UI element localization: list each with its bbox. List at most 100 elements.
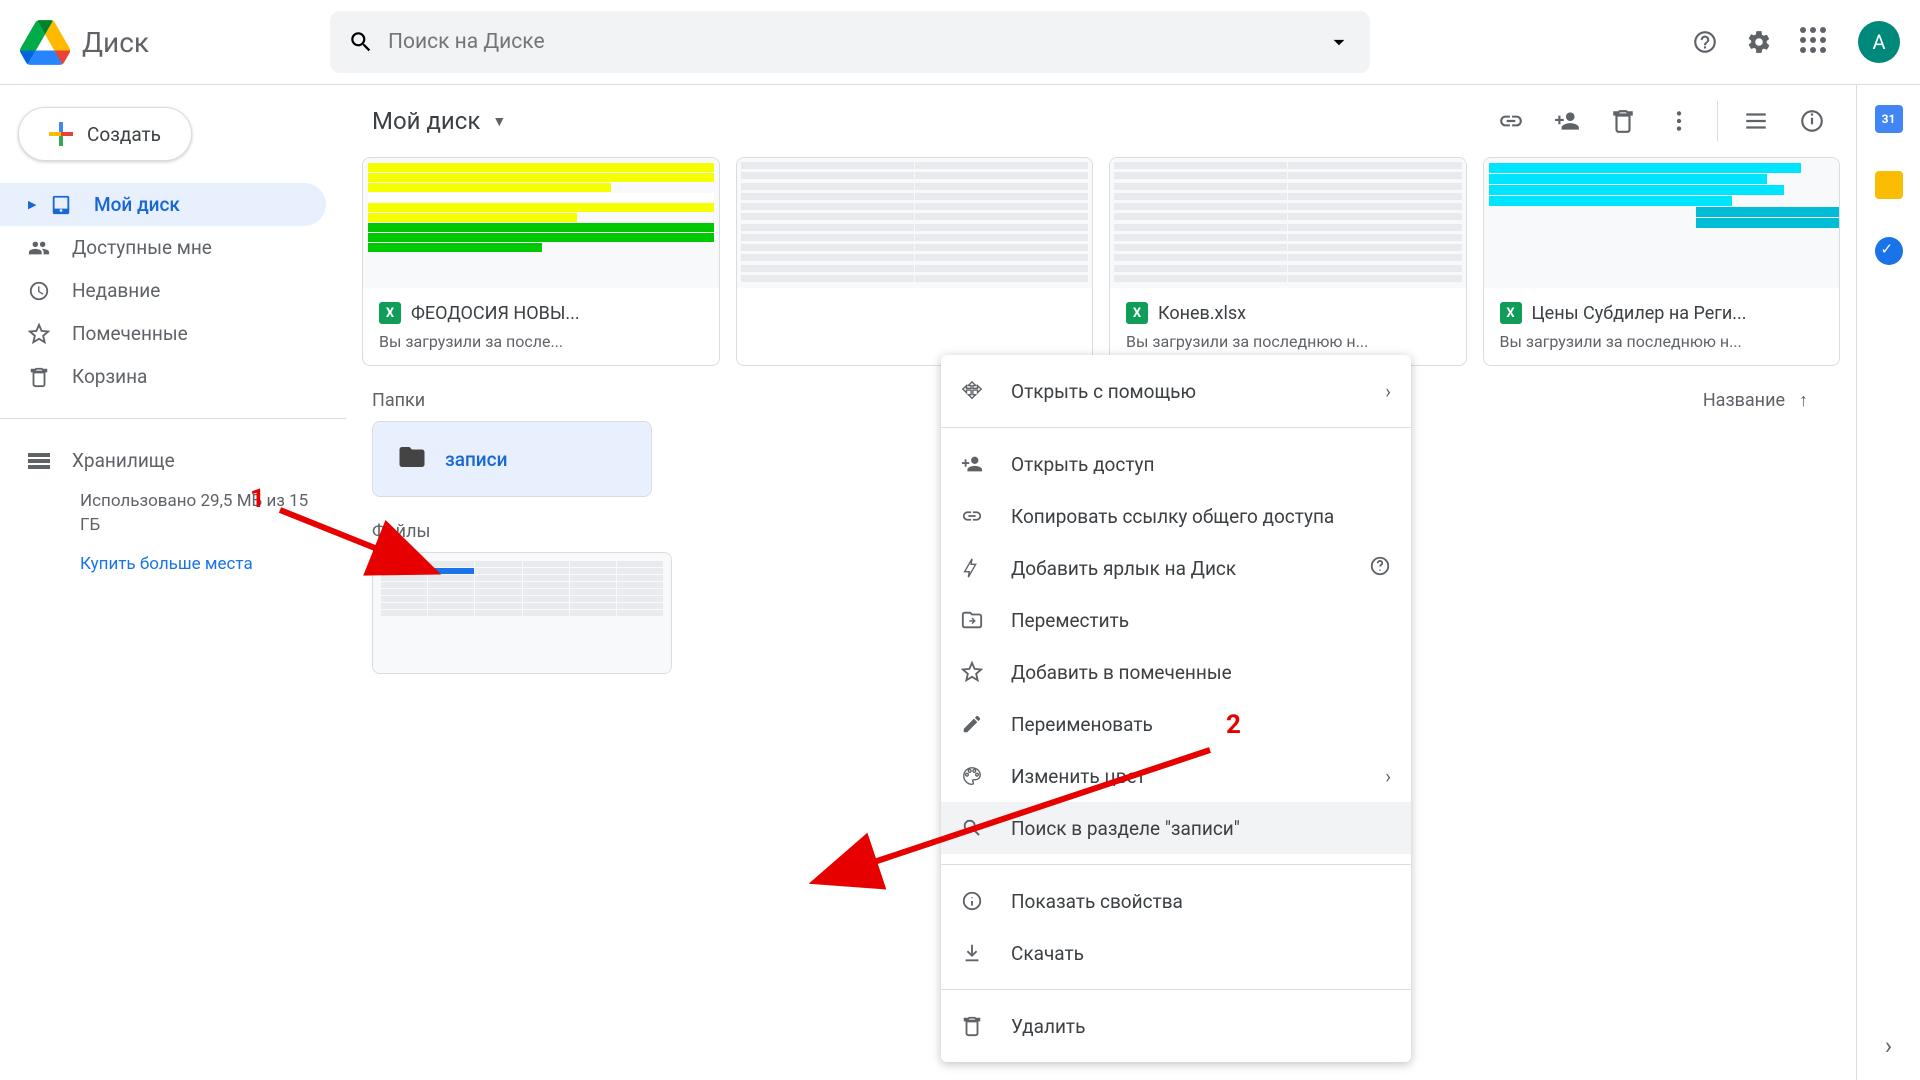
folder-move-icon (961, 609, 997, 631)
menu-label: Переименовать (1011, 713, 1391, 736)
file-sub: Вы загрузили за после... (363, 332, 719, 365)
menu-star[interactable]: Добавить в помеченные (941, 646, 1411, 698)
info-icon (1799, 108, 1825, 134)
trash-icon (28, 366, 50, 388)
person-add-icon (1554, 108, 1580, 134)
list-view-button[interactable] (1728, 93, 1784, 149)
menu-label: Копировать ссылку общего доступа (1011, 505, 1391, 528)
quick-access-card[interactable]: XФЕОДОСИЯ НОВЫ... Вы загрузили за после.… (362, 157, 720, 366)
settings-icon[interactable] (1746, 29, 1772, 55)
menu-label: Скачать (1011, 942, 1391, 965)
xlsx-icon: X (1126, 302, 1148, 324)
hide-side-panel-button[interactable]: › (1885, 1032, 1892, 1060)
storage-usage-text: Использовано 29,5 МБ из 15 ГБ (0, 482, 346, 546)
share-button[interactable] (1539, 93, 1595, 149)
quick-access-card[interactable]: XКонев.xlsx Вы загрузили за последнюю н.… (1109, 157, 1467, 366)
menu-download[interactable]: Скачать (941, 927, 1411, 979)
quick-access-card[interactable] (736, 157, 1094, 366)
file-preview (737, 158, 1093, 288)
chevron-down-icon: ▼ (492, 113, 506, 130)
sidebar-item-label: Корзина (72, 365, 147, 388)
link-icon (1498, 108, 1524, 134)
plus-icon (49, 122, 73, 146)
search-icon (961, 817, 997, 839)
edit-icon (961, 713, 997, 735)
info-icon (961, 890, 997, 912)
sidebar-item-mydrive[interactable]: ▶ Мой диск (0, 183, 326, 226)
sidebar-item-starred[interactable]: Помеченные (0, 312, 326, 355)
trash-icon (961, 1015, 997, 1037)
file-preview (1110, 158, 1466, 288)
section-title: Файлы (372, 521, 430, 542)
recent-icon (28, 280, 50, 302)
logo-area[interactable]: Диск (20, 20, 330, 65)
search-input[interactable] (388, 30, 1326, 54)
header-actions: А (1692, 21, 1900, 63)
menu-add-shortcut[interactable]: Добавить ярлык на Диск (941, 542, 1411, 594)
chevron-right-icon: › (1385, 765, 1391, 788)
menu-label: Изменить цвет (1011, 765, 1385, 788)
menu-rename[interactable]: Переименовать (941, 698, 1411, 750)
menu-label: Добавить ярлык на Диск (1011, 557, 1369, 580)
calendar-addon-icon[interactable]: 31 (1875, 105, 1903, 133)
download-icon (961, 942, 997, 964)
sidebar: Создать ▶ Мой диск Доступные мне Недавни… (0, 85, 346, 1080)
file-name: ФЕОДОСИЯ НОВЫ... (411, 303, 580, 324)
app-name: Диск (82, 26, 149, 59)
user-avatar[interactable]: А (1858, 21, 1900, 63)
tasks-addon-icon[interactable] (1875, 237, 1903, 265)
menu-label: Удалить (1011, 1015, 1391, 1038)
menu-change-color[interactable]: Изменить цвет › (941, 750, 1411, 802)
star-icon (961, 661, 997, 683)
link-icon (961, 505, 997, 527)
menu-move[interactable]: Переместить (941, 594, 1411, 646)
menu-label: Добавить в помеченные (1011, 661, 1391, 684)
sidebar-item-label: Мой диск (94, 193, 180, 216)
storage-icon (28, 453, 50, 469)
sidebar-item-trash[interactable]: Корзина (0, 355, 326, 398)
section-title: Папки (372, 390, 425, 411)
keep-addon-icon[interactable] (1875, 171, 1903, 199)
sidebar-item-label: Помеченные (72, 322, 188, 345)
quick-access-card[interactable]: XЦены Субдилер на Реги... Вы загрузили з… (1483, 157, 1841, 366)
xlsx-icon: X (1500, 302, 1522, 324)
folder-name: записи (445, 448, 507, 471)
get-link-button[interactable] (1483, 93, 1539, 149)
file-preview (373, 553, 671, 673)
details-button[interactable] (1784, 93, 1840, 149)
file-name: Конев.xlsx (1158, 303, 1246, 324)
folder-icon (397, 442, 427, 476)
folder-card[interactable]: записи (372, 421, 652, 497)
menu-open-with[interactable]: Открыть с помощью › (941, 365, 1411, 417)
main-content: Мой диск ▼ (346, 85, 1856, 1080)
sidebar-item-label: Доступные мне (72, 236, 212, 259)
menu-label: Поиск в разделе "записи" (1011, 817, 1391, 840)
search-dropdown-icon[interactable] (1326, 29, 1352, 55)
sidebar-item-shared[interactable]: Доступные мне (0, 226, 326, 269)
buy-storage-link[interactable]: Купить больше места (0, 546, 346, 582)
file-name: Цены Субдилер на Реги... (1532, 303, 1747, 324)
drive-logo-icon (20, 20, 70, 65)
help-icon (1369, 555, 1391, 582)
menu-get-link[interactable]: Копировать ссылку общего доступа (941, 490, 1411, 542)
more-button[interactable] (1651, 93, 1707, 149)
file-card[interactable] (372, 552, 672, 674)
delete-button[interactable] (1595, 93, 1651, 149)
menu-search-in[interactable]: Поиск в разделе "записи" (941, 802, 1411, 854)
sidebar-item-storage[interactable]: Хранилище (0, 439, 346, 482)
help-icon[interactable] (1692, 29, 1718, 55)
menu-share[interactable]: Открыть доступ (941, 438, 1411, 490)
create-label: Создать (87, 123, 161, 146)
search-icon (348, 29, 374, 55)
breadcrumb-label: Мой диск (372, 107, 480, 135)
apps-icon[interactable] (1800, 27, 1830, 57)
menu-label: Открыть с помощью (1011, 380, 1385, 403)
create-button[interactable]: Создать (18, 107, 192, 161)
menu-details[interactable]: Показать свойства (941, 875, 1411, 927)
menu-delete[interactable]: Удалить (941, 1000, 1411, 1052)
breadcrumb[interactable]: Мой диск ▼ (362, 101, 516, 141)
right-side-panel: 31 › (1856, 85, 1920, 1080)
sidebar-item-recent[interactable]: Недавние (0, 269, 326, 312)
sort-button[interactable]: Название ↑ (1703, 390, 1840, 411)
search-bar[interactable] (330, 11, 1370, 73)
